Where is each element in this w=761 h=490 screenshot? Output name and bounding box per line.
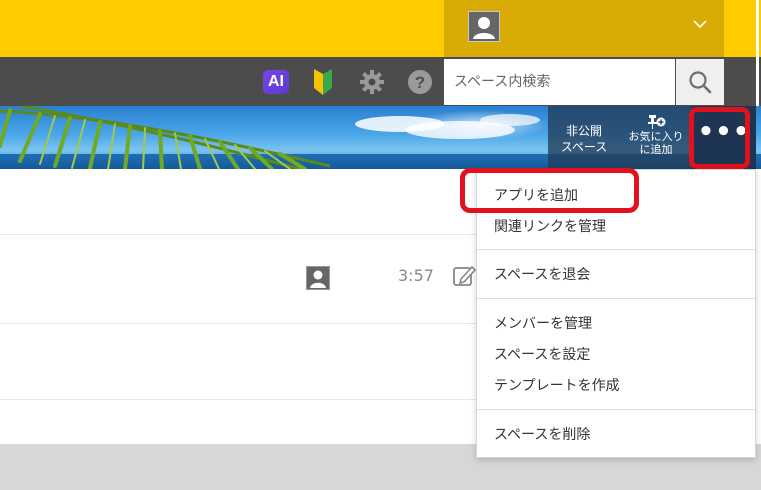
space-cover-image: 非公開 スペース お気に入り に追加 ••• (0, 106, 761, 169)
global-nav-bar: AI ? (0, 57, 761, 106)
highlight-more-button (689, 107, 750, 169)
pin-add-icon (648, 115, 666, 129)
menu-item-delete-space[interactable]: スペースを削除 (494, 424, 590, 444)
user-avatar (468, 11, 500, 42)
private-space-button[interactable]: 非公開 スペース (548, 106, 620, 169)
global-bar-edge (724, 57, 761, 106)
search-icon (689, 71, 712, 94)
space-search-box (444, 59, 675, 105)
ai-icon[interactable]: AI (263, 70, 289, 94)
menu-item-manage-members[interactable]: メンバーを管理 (494, 313, 592, 333)
space-search-input[interactable] (444, 59, 675, 105)
menu-divider (477, 249, 755, 250)
menu-divider (477, 298, 755, 299)
svg-text:?: ? (415, 73, 425, 92)
private-label-line1: 非公開 (565, 124, 602, 138)
chevron-down-icon[interactable] (692, 16, 708, 32)
menu-item-space-settings[interactable]: スペースを設定 (494, 344, 590, 364)
help-icon[interactable]: ? (407, 69, 433, 95)
highlight-add-app (460, 168, 639, 213)
top-bar-edge (724, 0, 761, 57)
user-menu[interactable] (444, 0, 724, 57)
list-row (0, 169, 476, 235)
favorite-label-line2: に追加 (639, 143, 673, 156)
favorite-label-line1: お気に入り (628, 130, 684, 143)
user-silhouette-icon (469, 12, 499, 41)
thread-row[interactable]: 3:57 (0, 235, 476, 324)
post-time: 3:57 (398, 266, 434, 285)
banner-clouds (355, 114, 540, 139)
gear-icon[interactable] (359, 69, 385, 95)
menu-item-manage-links[interactable]: 関連リンクを管理 (494, 216, 606, 236)
menu-divider (477, 409, 755, 410)
private-label-line2: スペース (560, 140, 608, 154)
beginner-mark-icon[interactable] (311, 68, 335, 96)
palm-leaves-image (0, 106, 331, 169)
edit-icon[interactable] (452, 264, 476, 288)
user-silhouette-icon (310, 270, 326, 288)
add-favorite-button[interactable]: お気に入り に追加 (620, 106, 692, 169)
search-button[interactable] (676, 59, 724, 105)
list-row (0, 324, 476, 400)
menu-item-leave-space[interactable]: スペースを退会 (494, 264, 590, 284)
menu-item-create-template[interactable]: テンプレートを作成 (494, 375, 620, 395)
avatar (306, 266, 330, 290)
